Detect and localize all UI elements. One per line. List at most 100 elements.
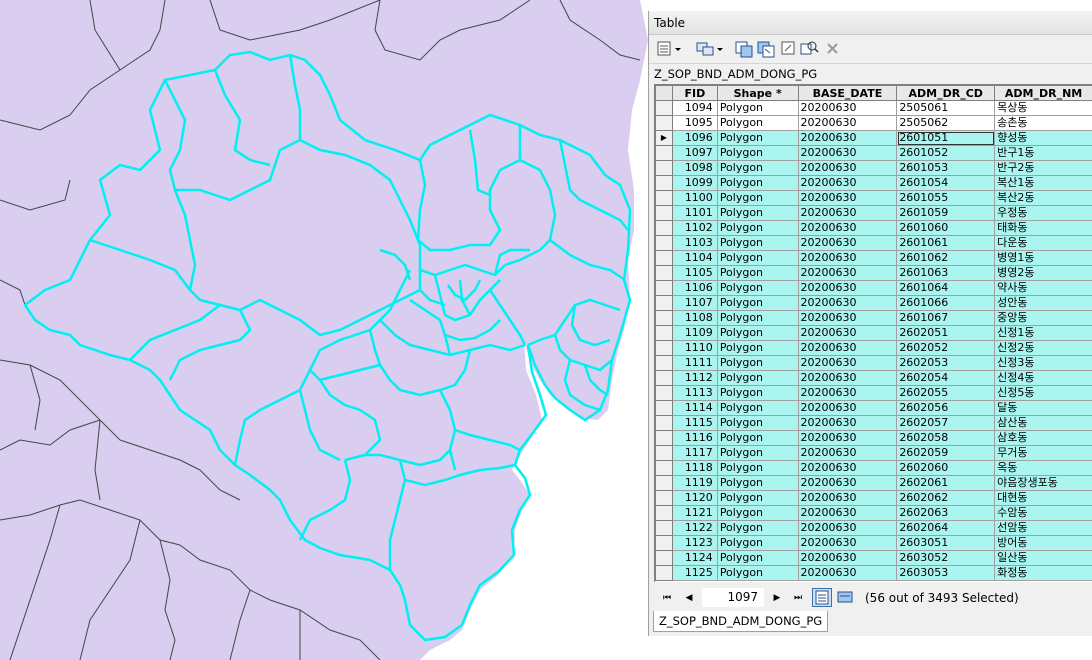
zoom-to-selected-icon[interactable] bbox=[799, 39, 819, 59]
base-date-cell[interactable]: 20200630 bbox=[797, 520, 898, 536]
clear-selection-icon[interactable] bbox=[779, 39, 799, 59]
shape-cell[interactable]: Polygon bbox=[716, 565, 799, 581]
fid-cell[interactable]: 1121 bbox=[671, 505, 718, 521]
fid-cell[interactable]: 1100 bbox=[671, 190, 718, 206]
fid-cell[interactable]: 1109 bbox=[671, 325, 718, 341]
table-row[interactable]: 1114 Polygon 20200630 2602056 달동 bbox=[655, 400, 1092, 416]
row-selector[interactable] bbox=[655, 490, 673, 506]
base-date-cell[interactable]: 20200630 bbox=[797, 115, 898, 131]
adm-dr-cd-cell[interactable]: 2601063 bbox=[896, 265, 996, 281]
select-by-attributes-icon[interactable] bbox=[734, 39, 754, 59]
row-selector[interactable] bbox=[655, 535, 673, 551]
base-date-cell[interactable]: 20200630 bbox=[797, 310, 898, 326]
adm-dr-nm-cell[interactable]: 신정4동 bbox=[994, 370, 1092, 386]
adm-dr-nm-cell[interactable]: 신정1동 bbox=[994, 325, 1092, 341]
table-row[interactable]: 1107 Polygon 20200630 2601066 성안동 bbox=[655, 295, 1092, 311]
row-selector[interactable] bbox=[655, 175, 673, 191]
next-record-button[interactable]: ▶ bbox=[770, 591, 784, 605]
shape-cell[interactable]: Polygon bbox=[716, 280, 799, 296]
row-selector[interactable] bbox=[655, 445, 673, 461]
base-date-cell[interactable]: 20200630 bbox=[797, 145, 898, 161]
adm-dr-cd-cell[interactable]: 2601052 bbox=[896, 145, 996, 161]
fid-cell[interactable]: 1097 bbox=[671, 145, 718, 161]
adm-dr-cd-cell[interactable]: 2602064 bbox=[896, 520, 996, 536]
row-selector[interactable] bbox=[655, 310, 673, 326]
table-row[interactable]: 1121 Polygon 20200630 2602063 수암동 bbox=[655, 505, 1092, 521]
base-date-cell[interactable]: 20200630 bbox=[797, 205, 898, 221]
current-row-indicator[interactable]: ▶ bbox=[655, 130, 673, 146]
base-date-cell[interactable]: 20200630 bbox=[797, 565, 898, 581]
base-date-cell[interactable]: 20200630 bbox=[797, 400, 898, 416]
row-selector[interactable] bbox=[655, 220, 673, 236]
shape-cell[interactable]: Polygon bbox=[716, 100, 799, 116]
column-header-adm-dr-cd[interactable]: ADM_DR_CD bbox=[896, 85, 996, 101]
adm-dr-nm-cell[interactable]: 야음장생포동 bbox=[994, 475, 1092, 491]
adm-dr-cd-cell[interactable]: 2601067 bbox=[896, 310, 996, 326]
adm-dr-nm-cell[interactable]: 달동 bbox=[994, 400, 1092, 416]
shape-cell[interactable]: Polygon bbox=[716, 145, 799, 161]
fid-cell[interactable]: 1099 bbox=[671, 175, 718, 191]
shape-cell[interactable]: Polygon bbox=[716, 445, 799, 461]
shape-cell[interactable]: Polygon bbox=[716, 325, 799, 341]
adm-dr-cd-cell[interactable]: 2602059 bbox=[896, 445, 996, 461]
shape-cell[interactable]: Polygon bbox=[716, 235, 799, 251]
column-header-adm-dr-nm[interactable]: ADM_DR_NM bbox=[994, 85, 1092, 101]
base-date-cell[interactable]: 20200630 bbox=[797, 160, 898, 176]
shape-cell[interactable]: Polygon bbox=[716, 190, 799, 206]
shape-cell[interactable]: Polygon bbox=[716, 340, 799, 356]
attribute-grid[interactable]: FID Shape * BASE_DATE ADM_DR_CD ADM_DR_N… bbox=[654, 84, 1092, 582]
table-row[interactable]: 1119 Polygon 20200630 2602061 야음장생포동 bbox=[655, 475, 1092, 491]
row-selector[interactable] bbox=[655, 430, 673, 446]
adm-dr-nm-cell[interactable]: 선암동 bbox=[994, 520, 1092, 536]
table-row[interactable]: 1120 Polygon 20200630 2602062 대현동 bbox=[655, 490, 1092, 506]
shape-cell[interactable]: Polygon bbox=[716, 220, 799, 236]
adm-dr-nm-cell[interactable]: 일산동 bbox=[994, 550, 1092, 566]
row-selector[interactable] bbox=[655, 475, 673, 491]
related-tables-icon[interactable] bbox=[695, 39, 725, 59]
shape-cell[interactable]: Polygon bbox=[716, 295, 799, 311]
row-selector[interactable] bbox=[655, 205, 673, 221]
table-row[interactable]: 1097 Polygon 20200630 2601052 반구1동 bbox=[655, 145, 1092, 161]
row-selector[interactable] bbox=[655, 145, 673, 161]
adm-dr-nm-cell[interactable]: 대현동 bbox=[994, 490, 1092, 506]
adm-dr-cd-cell[interactable]: 2601060 bbox=[896, 220, 996, 236]
base-date-cell[interactable]: 20200630 bbox=[797, 235, 898, 251]
base-date-cell[interactable]: 20200630 bbox=[797, 460, 898, 476]
table-row[interactable]: 1110 Polygon 20200630 2602052 신정2동 bbox=[655, 340, 1092, 356]
row-selector[interactable] bbox=[655, 370, 673, 386]
adm-dr-nm-cell[interactable]: 신정3동 bbox=[994, 355, 1092, 371]
fid-cell[interactable]: 1105 bbox=[671, 265, 718, 281]
column-header-base-date[interactable]: BASE_DATE bbox=[797, 85, 898, 101]
shape-cell[interactable]: Polygon bbox=[716, 175, 799, 191]
row-selector-header[interactable] bbox=[655, 85, 673, 101]
table-row[interactable]: 1125 Polygon 20200630 2603053 화정동 bbox=[655, 565, 1092, 581]
adm-dr-cd-cell[interactable]: 2505062 bbox=[896, 115, 996, 131]
column-header-fid[interactable]: FID bbox=[671, 85, 718, 101]
adm-dr-nm-cell[interactable]: 다운동 bbox=[994, 235, 1092, 251]
adm-dr-cd-cell[interactable]: 2602062 bbox=[896, 490, 996, 506]
row-selector[interactable] bbox=[655, 505, 673, 521]
adm-dr-cd-cell[interactable]: 2603051 bbox=[896, 535, 996, 551]
fid-cell[interactable]: 1104 bbox=[671, 250, 718, 266]
table-row[interactable]: ▶ 1096 Polygon 20200630 2601051 향성동 bbox=[655, 130, 1092, 146]
attribute-table-window[interactable]: Table Z_SOP_BND_ADM_DONG_PG FID Shape * … bbox=[648, 11, 1092, 636]
row-selector[interactable] bbox=[655, 400, 673, 416]
adm-dr-nm-cell[interactable]: 방어동 bbox=[994, 535, 1092, 551]
table-row[interactable]: 1111 Polygon 20200630 2602053 신정3동 bbox=[655, 355, 1092, 371]
adm-dr-nm-cell[interactable]: 신정5동 bbox=[994, 385, 1092, 401]
base-date-cell[interactable]: 20200630 bbox=[797, 295, 898, 311]
shape-cell[interactable]: Polygon bbox=[716, 460, 799, 476]
fid-cell[interactable]: 1124 bbox=[671, 550, 718, 566]
adm-dr-nm-cell[interactable]: 병영2동 bbox=[994, 265, 1092, 281]
fid-cell[interactable]: 1096 bbox=[671, 130, 718, 146]
adm-dr-cd-cell[interactable]: 2601062 bbox=[896, 250, 996, 266]
row-selector[interactable] bbox=[655, 235, 673, 251]
table-row[interactable]: 1123 Polygon 20200630 2603051 방어동 bbox=[655, 535, 1092, 551]
shape-cell[interactable]: Polygon bbox=[716, 160, 799, 176]
shape-cell[interactable]: Polygon bbox=[716, 490, 799, 506]
fid-cell[interactable]: 1102 bbox=[671, 220, 718, 236]
base-date-cell[interactable]: 20200630 bbox=[797, 220, 898, 236]
table-row[interactable]: 1122 Polygon 20200630 2602064 선암동 bbox=[655, 520, 1092, 536]
fid-cell[interactable]: 1111 bbox=[671, 355, 718, 371]
base-date-cell[interactable]: 20200630 bbox=[797, 100, 898, 116]
